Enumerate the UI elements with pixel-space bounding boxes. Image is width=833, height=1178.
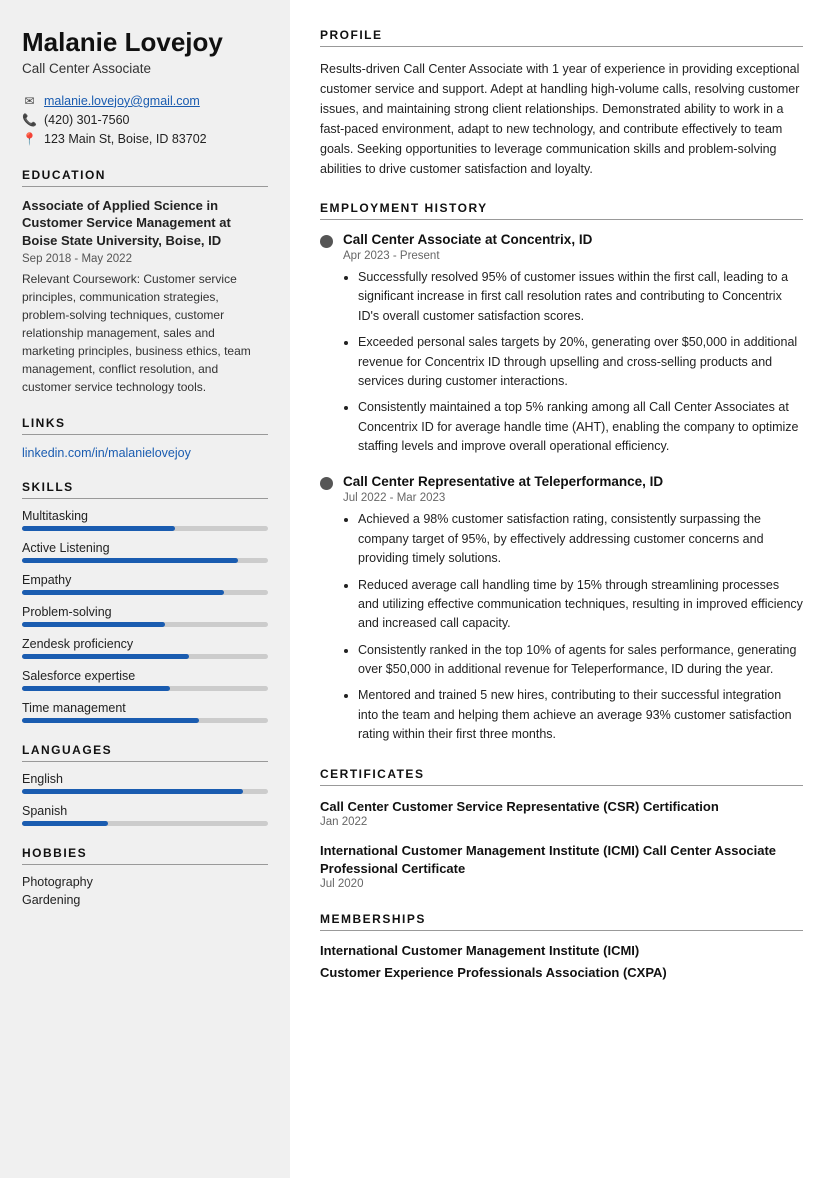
job-header: Call Center Representative at Teleperfor… [320, 474, 803, 490]
candidate-name: Malanie Lovejoy [22, 28, 268, 58]
skill-bar-fill [22, 526, 175, 531]
skill-label: Time management [22, 701, 268, 715]
certificates-section-label: CERTIFICATES [320, 767, 803, 786]
skill-bar-bg [22, 590, 268, 595]
skill-bar-bg [22, 558, 268, 563]
skill-bar-bg [22, 526, 268, 531]
contact-email: ✉ malanie.lovejoy@gmail.com [22, 94, 268, 108]
skill-item: Time management [22, 701, 268, 723]
skill-bar-fill [22, 622, 165, 627]
skill-item: Empathy [22, 573, 268, 595]
cert-item: International Customer Management Instit… [320, 842, 803, 890]
skill-bar-fill [22, 558, 238, 563]
job-dot [320, 477, 333, 490]
job-bullets: Achieved a 98% customer satisfaction rat… [343, 510, 803, 744]
language-label: Spanish [22, 804, 268, 818]
skill-label: Zendesk proficiency [22, 637, 268, 651]
skill-bar-bg [22, 622, 268, 627]
edu-degree: Associate of Applied Science in Customer… [22, 197, 268, 250]
languages-section-label: LANGUAGES [22, 743, 268, 762]
job-bullet: Exceeded personal sales targets by 20%, … [358, 333, 803, 391]
skill-label: Empathy [22, 573, 268, 587]
skills-section-label: SKILLS [22, 480, 268, 499]
job-bullet: Consistently ranked in the top 10% of ag… [358, 641, 803, 680]
memberships-section-label: MEMBERSHIPS [320, 912, 803, 931]
skill-bar-fill [22, 686, 170, 691]
skill-item: Salesforce expertise [22, 669, 268, 691]
email-icon: ✉ [22, 94, 37, 108]
jobs-container: Call Center Associate at Concentrix, ID … [320, 232, 803, 745]
hobby-item: Gardening [22, 893, 268, 907]
job-dot [320, 235, 333, 248]
skill-label: Active Listening [22, 541, 268, 555]
language-item: English [22, 772, 268, 794]
links-section-label: LINKS [22, 416, 268, 435]
skill-bar-bg [22, 686, 268, 691]
skill-bar-fill [22, 654, 189, 659]
hobby-item: Photography [22, 875, 268, 889]
cert-date: Jul 2020 [320, 878, 803, 890]
skill-label: Multitasking [22, 509, 268, 523]
hobbies-list: Photography Gardening [22, 875, 268, 907]
job-header: Call Center Associate at Concentrix, ID [320, 232, 803, 248]
profile-text: Results-driven Call Center Associate wit… [320, 59, 803, 179]
sidebar: Malanie Lovejoy Call Center Associate ✉ … [0, 0, 290, 1178]
links-section: linkedin.com/in/malanielovejoy [22, 445, 268, 460]
edu-dates: Sep 2018 - May 2022 [22, 253, 268, 265]
job-item: Call Center Representative at Teleperfor… [320, 474, 803, 744]
skill-bar-fill [22, 590, 224, 595]
job-dates: Jul 2022 - Mar 2023 [343, 492, 803, 504]
contact-list: ✉ malanie.lovejoy@gmail.com 📞 (420) 301-… [22, 94, 268, 146]
job-title: Call Center Associate at Concentrix, ID [343, 232, 592, 247]
linkedin-link[interactable]: linkedin.com/in/malanielovejoy [22, 446, 191, 460]
language-bar-fill [22, 789, 243, 794]
job-bullet: Mentored and trained 5 new hires, contri… [358, 686, 803, 744]
skill-item: Zendesk proficiency [22, 637, 268, 659]
job-dates: Apr 2023 - Present [343, 250, 803, 262]
skill-item: Problem-solving [22, 605, 268, 627]
cert-date: Jan 2022 [320, 816, 803, 828]
job-item: Call Center Associate at Concentrix, ID … [320, 232, 803, 456]
employment-section-label: EMPLOYMENT HISTORY [320, 201, 803, 220]
language-item: Spanish [22, 804, 268, 826]
job-bullet: Achieved a 98% customer satisfaction rat… [358, 510, 803, 568]
job-bullet: Successfully resolved 95% of customer is… [358, 268, 803, 326]
cert-item: Call Center Customer Service Representat… [320, 798, 803, 829]
skill-label: Problem-solving [22, 605, 268, 619]
location-icon: 📍 [22, 132, 37, 146]
job-bullet: Consistently maintained a top 5% ranking… [358, 398, 803, 456]
skills-container: Multitasking Active Listening Empathy Pr… [22, 509, 268, 723]
job-bullet: Reduced average call handling time by 15… [358, 576, 803, 634]
cert-name: International Customer Management Instit… [320, 842, 803, 877]
language-bar-bg [22, 789, 268, 794]
education-section-label: EDUCATION [22, 168, 268, 187]
email-link[interactable]: malanie.lovejoy@gmail.com [44, 94, 200, 108]
certs-container: Call Center Customer Service Representat… [320, 798, 803, 891]
cert-name: Call Center Customer Service Representat… [320, 798, 803, 816]
skill-item: Multitasking [22, 509, 268, 531]
skill-bar-bg [22, 654, 268, 659]
skill-label: Salesforce expertise [22, 669, 268, 683]
phone-icon: 📞 [22, 113, 37, 127]
candidate-title: Call Center Associate [22, 61, 268, 76]
membership-item: International Customer Management Instit… [320, 943, 803, 958]
language-label: English [22, 772, 268, 786]
main-content: PROFILE Results-driven Call Center Assoc… [290, 0, 833, 1178]
skill-bar-bg [22, 718, 268, 723]
skill-bar-fill [22, 718, 199, 723]
languages-container: English Spanish [22, 772, 268, 826]
language-bar-bg [22, 821, 268, 826]
contact-address: 📍 123 Main St, Boise, ID 83702 [22, 132, 268, 146]
membership-item: Customer Experience Professionals Associ… [320, 965, 803, 980]
profile-section-label: PROFILE [320, 28, 803, 47]
memberships-container: International Customer Management Instit… [320, 943, 803, 980]
job-bullets: Successfully resolved 95% of customer is… [343, 268, 803, 456]
contact-phone: 📞 (420) 301-7560 [22, 113, 268, 127]
language-bar-fill [22, 821, 108, 826]
skill-item: Active Listening [22, 541, 268, 563]
job-title: Call Center Representative at Teleperfor… [343, 474, 663, 489]
edu-coursework: Relevant Coursework: Customer service pr… [22, 270, 268, 396]
hobbies-section-label: HOBBIES [22, 846, 268, 865]
